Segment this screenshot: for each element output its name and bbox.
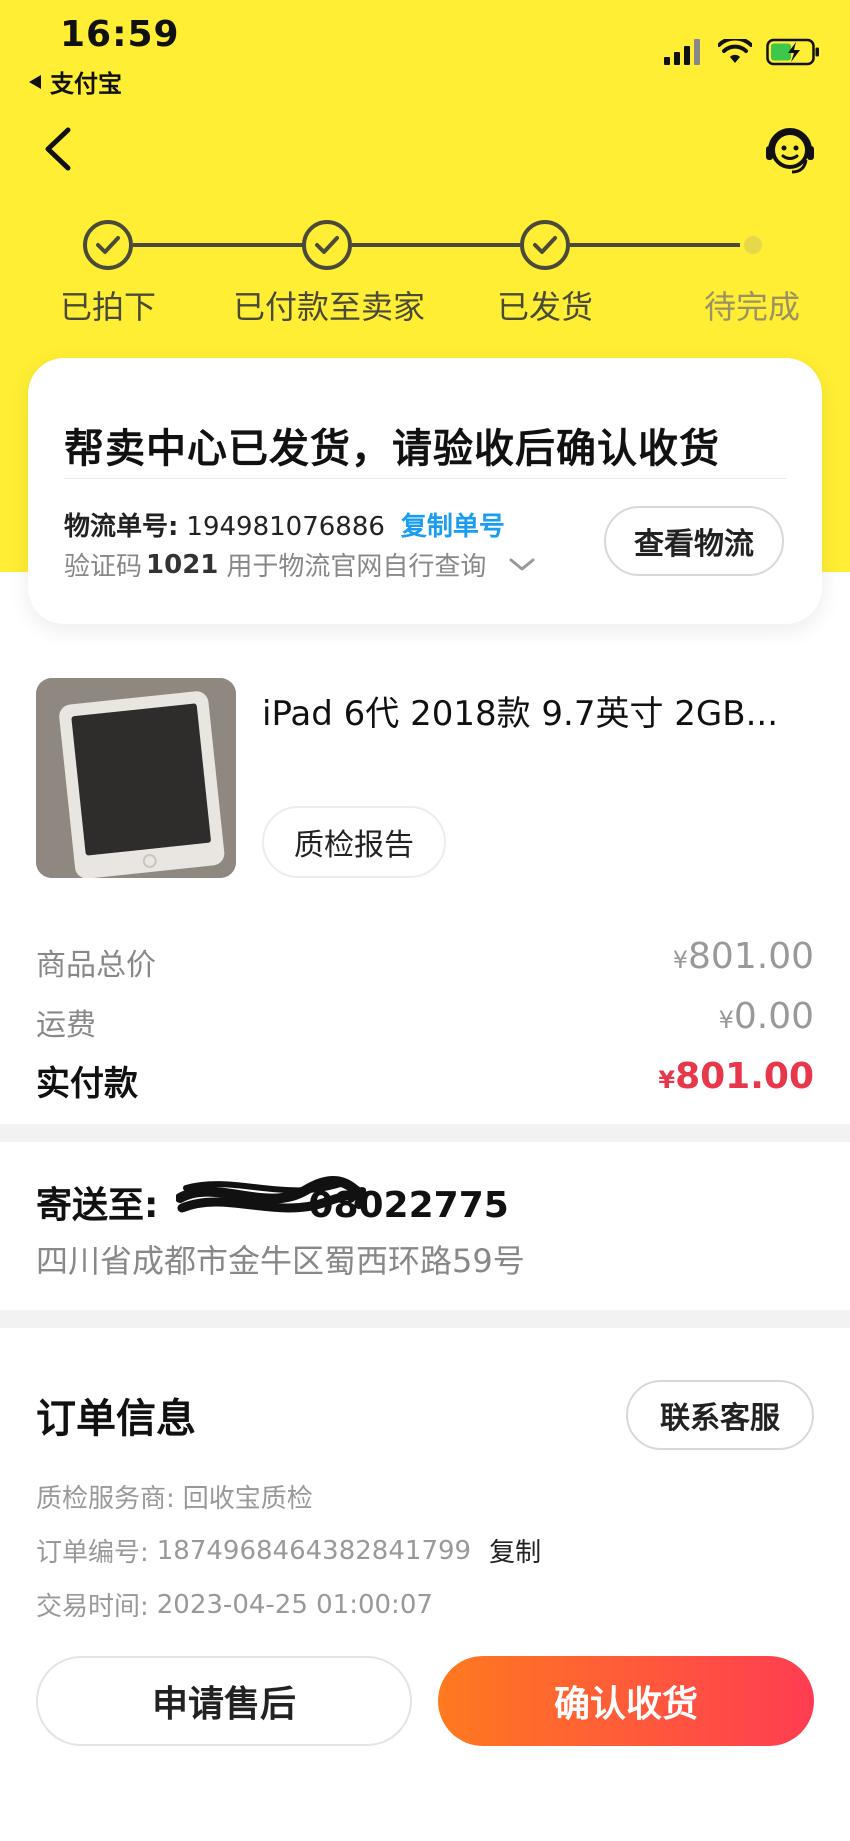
contact-service-button[interactable]: 联系客服	[626, 1380, 814, 1450]
customer-service-icon	[766, 128, 814, 174]
order-number-label: 订单编号:	[36, 1538, 149, 1568]
wifi-icon	[718, 39, 752, 63]
return-app-label: 支付宝	[50, 70, 122, 98]
order-number-row: 订单编号: 1874968464382841799 复制	[36, 1532, 541, 1569]
trade-time-row: 交易时间: 2023-04-25 01:00:07	[36, 1586, 433, 1623]
inspector-value: 回收宝质检	[182, 1484, 313, 1514]
customer-service-button[interactable]	[762, 124, 818, 180]
total-price-value: ¥801.00	[672, 936, 814, 977]
product-title[interactable]: iPad 6代 2018款 9.7英寸 2GB...	[262, 686, 802, 735]
inspection-report-button[interactable]: 质检报告	[262, 806, 446, 878]
paid-amount-value: ¥801.00	[658, 1056, 814, 1097]
order-info-title: 订单信息	[36, 1396, 196, 1442]
step-connector	[133, 243, 303, 247]
divider	[64, 478, 786, 479]
step-label: 待完成	[703, 288, 800, 326]
after-sale-button[interactable]: 申请售后	[36, 1656, 412, 1746]
step-2-check-icon	[302, 220, 352, 270]
inspector-label: 质检服务商:	[36, 1484, 175, 1514]
copy-tracking-link[interactable]: 复制单号	[401, 506, 505, 543]
address-prefix: 寄送至:	[36, 1185, 159, 1226]
battery-icon	[766, 38, 819, 66]
shipping-title: 帮卖中心已发货，请验收后确认收货	[64, 426, 720, 472]
status-icons	[664, 38, 820, 66]
tracking-row: 物流单号: 194981076886 复制单号	[64, 506, 505, 543]
order-number-value: 1874968464382841799	[156, 1535, 472, 1566]
shipping-fee-label: 运费	[36, 1008, 96, 1043]
section-separator	[0, 1310, 850, 1328]
inspector-row: 质检服务商: 回收宝质检	[36, 1478, 313, 1515]
back-button[interactable]	[38, 124, 78, 174]
copy-order-number-button[interactable]: 复制	[489, 1532, 541, 1569]
back-arrow-icon	[45, 127, 71, 171]
address-line: 四川省成都市金牛区蜀西环路59号	[36, 1242, 525, 1280]
step-4-pending-dot	[744, 236, 762, 254]
chevron-down-icon	[509, 558, 535, 570]
step-3-check-icon	[520, 220, 570, 270]
verify-prefix: 验证码	[64, 552, 143, 582]
confirm-receipt-button[interactable]: 确认收货	[438, 1656, 814, 1746]
verify-suffix: 用于物流官网自行查询	[226, 552, 487, 582]
return-to-app[interactable]: 支付宝	[28, 64, 122, 99]
total-price-label: 商品总价	[36, 948, 156, 983]
trade-time-label: 交易时间:	[36, 1592, 149, 1622]
trade-time-value: 2023-04-25 01:00:07	[156, 1589, 433, 1620]
tracking-number: 194981076886	[186, 512, 385, 542]
step-connector	[570, 243, 740, 247]
product-image[interactable]	[36, 678, 236, 878]
back-triangle-icon	[29, 74, 41, 89]
verify-row[interactable]: 验证码 1021 用于物流官网自行查询	[64, 546, 536, 583]
tracking-label: 物流单号:	[64, 512, 179, 542]
signal-icon	[664, 39, 700, 65]
redaction-scribble	[176, 1175, 366, 1213]
step-connector	[352, 243, 520, 247]
shipping-fee-value: ¥0.00	[718, 996, 814, 1037]
paid-amount-label: 实付款	[36, 1064, 138, 1104]
status-time: 16:59	[60, 14, 180, 55]
section-separator	[0, 1124, 850, 1142]
shipping-card: 帮卖中心已发货，请验收后确认收货 物流单号: 194981076886 复制单号…	[28, 358, 822, 624]
verify-code: 1021	[146, 549, 219, 580]
step-1-check-icon	[83, 220, 133, 270]
view-logistics-button[interactable]: 查看物流	[604, 506, 784, 576]
